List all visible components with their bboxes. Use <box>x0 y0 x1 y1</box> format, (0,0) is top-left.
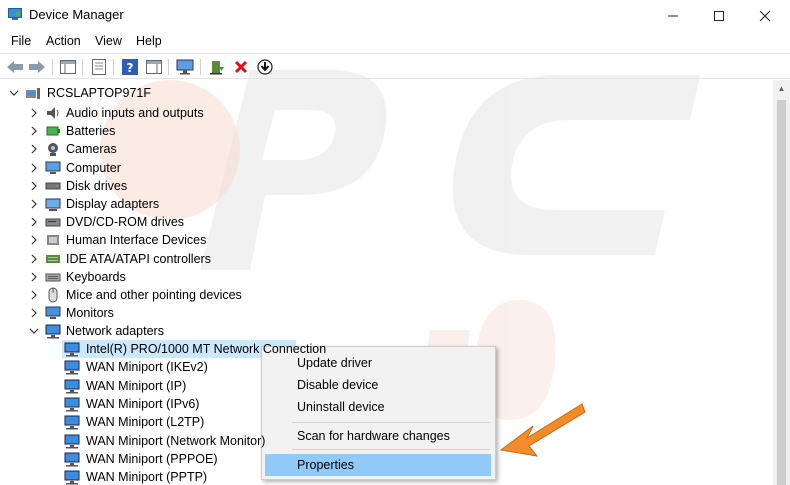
menu-bar: File Action View Help <box>0 31 790 53</box>
monitor-icon <box>45 306 61 320</box>
collapse-arrow-icon[interactable] <box>9 88 19 98</box>
network-adapter-icon <box>64 434 80 448</box>
category-label: Keyboards <box>66 269 126 284</box>
minimize-button[interactable] <box>650 0 696 30</box>
scroll-up-arrow-icon[interactable]: ▲ <box>773 82 790 96</box>
vertical-scrollbar[interactable]: ▲ <box>773 80 790 485</box>
expand-arrow-icon[interactable] <box>29 254 39 264</box>
expand-arrow-icon[interactable] <box>29 217 39 227</box>
menu-help[interactable]: Help <box>136 34 162 48</box>
menu-file[interactable]: File <box>11 34 31 48</box>
ctx-update-driver[interactable]: Update driver <box>297 356 372 370</box>
uninstall-x-icon[interactable] <box>231 57 251 77</box>
window-title: Device Manager <box>29 7 124 22</box>
ide-icon <box>46 254 60 263</box>
expand-arrow-icon[interactable] <box>29 199 39 209</box>
back-arrow-icon[interactable] <box>5 57 25 77</box>
ctx-scan-hardware[interactable]: Scan for hardware changes <box>297 429 450 443</box>
category-label: Disk drives <box>66 178 128 193</box>
network-adapter-icon <box>64 452 80 467</box>
hid-icon <box>47 235 59 246</box>
expand-arrow-icon[interactable] <box>29 181 39 191</box>
network-adapter-icon <box>64 470 80 485</box>
ctx-properties[interactable]: Properties <box>297 458 354 472</box>
network-adapter-label: WAN Miniport (L2TP) <box>86 415 205 430</box>
network-adapter-label: WAN Miniport (Network Monitor) <box>86 433 266 448</box>
network-adapter-label: WAN Miniport (IP) <box>86 378 187 393</box>
battery-icon <box>46 126 60 136</box>
close-button[interactable] <box>742 0 788 30</box>
network-adapter-icon <box>64 397 80 412</box>
category-label: Human Interface Devices <box>66 233 207 248</box>
network-adapter-label: WAN Miniport (IPv6) <box>86 396 200 411</box>
expand-arrow-icon[interactable] <box>29 163 39 173</box>
update-driver-icon[interactable] <box>207 57 227 77</box>
collapse-arrow-icon[interactable] <box>29 326 39 336</box>
network-adapter-icon <box>64 379 80 394</box>
expand-arrow-icon[interactable] <box>29 290 39 300</box>
network-adapter-icon <box>64 360 80 375</box>
category-label: Batteries <box>66 124 116 139</box>
title-bar: Device Manager <box>0 0 790 30</box>
ctx-disable-device[interactable]: Disable device <box>297 378 378 392</box>
expand-arrow-icon[interactable] <box>29 308 39 318</box>
network-adapter-label: WAN Miniport (PPTP) <box>86 470 208 485</box>
ctx-separator <box>292 449 490 450</box>
monitor-icon[interactable] <box>175 57 195 77</box>
speaker-icon <box>47 107 59 119</box>
help-icon[interactable]: ? <box>120 57 140 77</box>
network-adapter-icon <box>64 342 80 357</box>
dvd-icon <box>45 218 61 227</box>
expand-arrow-icon[interactable] <box>29 235 39 245</box>
network-adapter-label: Intel(R) PRO/1000 MT Network Connection <box>86 342 327 356</box>
network-adapter-label: WAN Miniport (PPPOE) <box>86 451 218 466</box>
category-label: DVD/CD-ROM drives <box>66 215 185 230</box>
svg-text:?: ? <box>127 61 134 75</box>
network-icon <box>45 324 61 339</box>
expand-arrow-icon[interactable] <box>29 108 39 118</box>
context-menu: Update driver Disable device Uninstall d… <box>261 346 496 480</box>
keyboard-icon <box>45 273 61 282</box>
category-label: IDE ATA/ATAPI controllers <box>66 251 211 266</box>
category-label: Mice and other pointing devices <box>66 288 242 302</box>
scroll-thumb[interactable] <box>777 100 786 485</box>
category-label: Monitors <box>66 306 114 321</box>
network-adapter-label: WAN Miniport (IKEv2) <box>86 360 208 375</box>
download-icon[interactable] <box>255 57 275 77</box>
computer-icon <box>45 161 61 174</box>
ctx-uninstall-device[interactable]: Uninstall device <box>297 400 385 414</box>
action-pane-icon[interactable] <box>144 57 164 77</box>
disk-icon <box>45 182 61 190</box>
ctx-separator <box>292 422 490 423</box>
expand-arrow-icon[interactable] <box>29 144 39 154</box>
category-label: Display adapters <box>66 197 160 211</box>
menu-action[interactable]: Action <box>46 34 81 48</box>
network-adapter-icon <box>64 415 80 430</box>
root-label: RCSLAPTOP971F <box>47 86 151 100</box>
expand-arrow-icon[interactable] <box>29 126 39 136</box>
computer-root-icon <box>26 88 40 99</box>
display-icon <box>45 198 61 211</box>
forward-arrow-icon[interactable] <box>27 57 47 77</box>
properties-sheet-icon[interactable] <box>89 57 109 77</box>
toolbar: ? <box>0 53 790 79</box>
orange-arrow-annotation <box>499 403 586 457</box>
maximize-button[interactable] <box>696 0 742 30</box>
menu-view[interactable]: View <box>95 34 122 48</box>
mouse-icon <box>48 287 58 303</box>
camera-icon <box>48 143 58 157</box>
category-label: Network adapters <box>66 324 164 339</box>
device-manager-app-icon <box>8 8 22 20</box>
show-hide-tree-icon[interactable] <box>58 57 78 77</box>
category-label: Audio inputs and outputs <box>66 106 204 120</box>
expand-arrow-icon[interactable] <box>29 272 39 282</box>
category-label: Computer <box>66 160 121 175</box>
category-label: Cameras <box>66 142 117 157</box>
